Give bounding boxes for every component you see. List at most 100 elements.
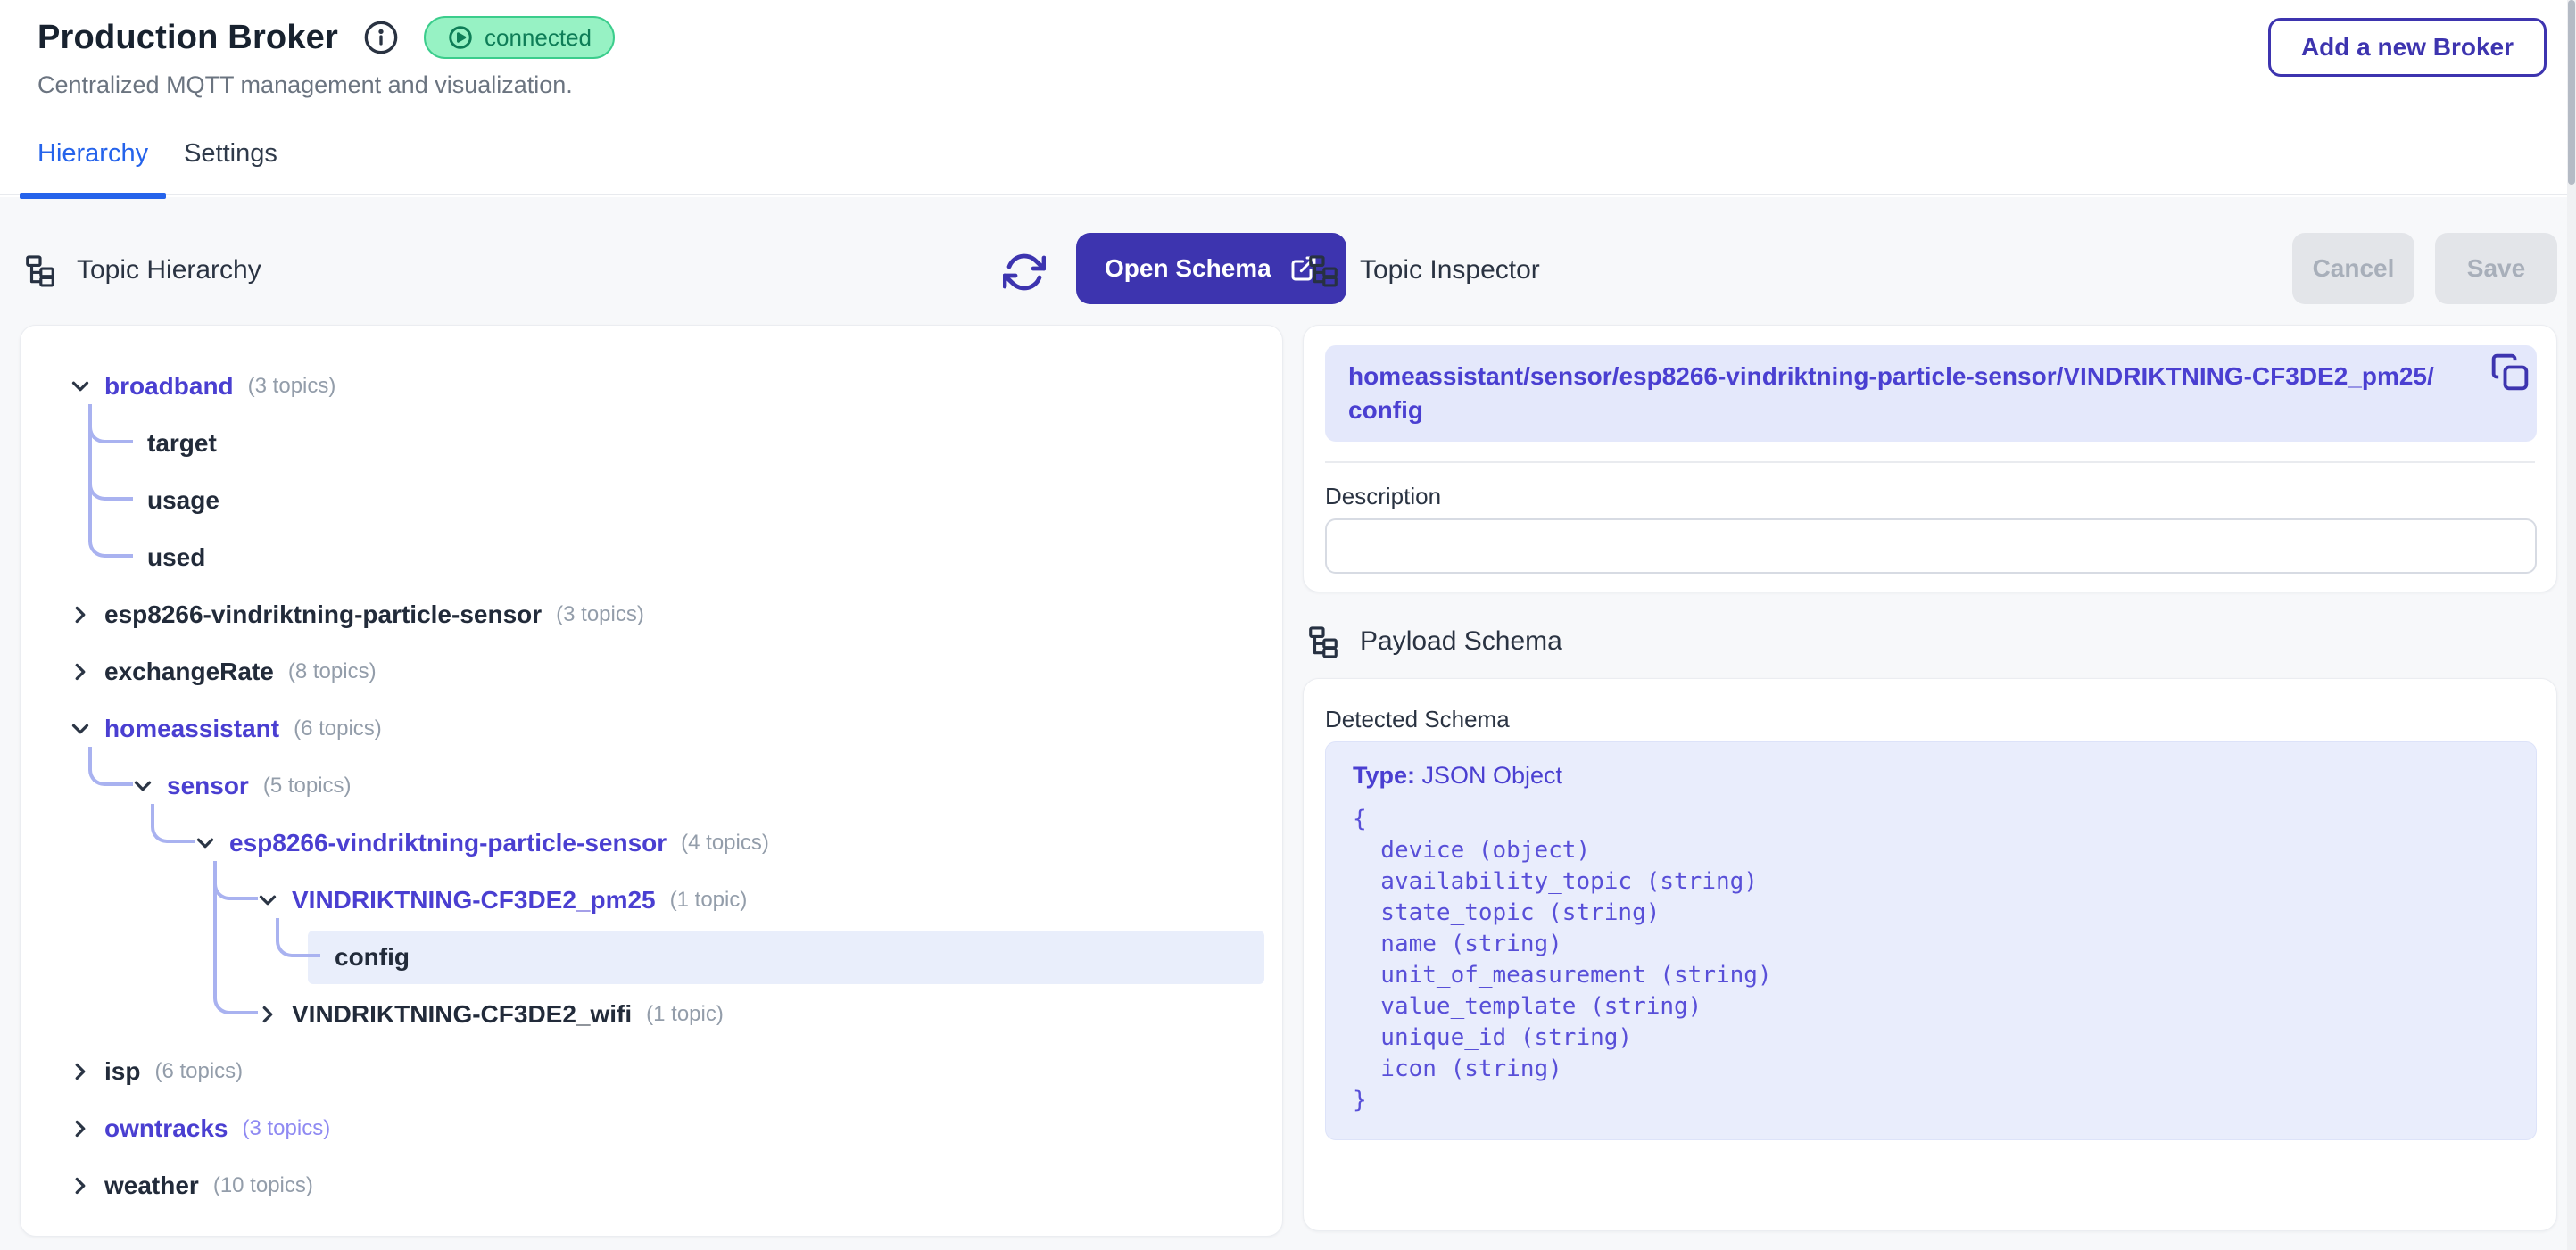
tree-connector-line: [213, 861, 217, 979]
tree-row[interactable]: target: [21, 415, 1282, 472]
topic-count: (4 topics): [681, 831, 769, 856]
selected-row-highlight: [308, 931, 1264, 984]
tree-row-label: broadband: [104, 372, 234, 401]
tab-settings[interactable]: Settings: [166, 134, 295, 197]
tree-row-label: config: [335, 943, 410, 972]
tree-structure-icon: [1306, 625, 1340, 658]
topic-inspector-card: homeassistant/sensor/esp8266-vindriktnin…: [1303, 325, 2557, 592]
topic-count: (10 topics): [213, 1173, 313, 1198]
tree-row-label: VINDRIKTNING-CF3DE2_wifi: [292, 1000, 632, 1029]
save-button[interactable]: Save: [2435, 233, 2557, 304]
tree-row[interactable]: usage: [21, 472, 1282, 529]
payload-schema-header: Payload Schema: [1306, 622, 1562, 661]
tree-row-label: VINDRIKTNING-CF3DE2_pm25: [292, 886, 656, 915]
schema-type-label: Type:: [1353, 762, 1422, 789]
chevron-right-icon[interactable]: [67, 1058, 94, 1085]
chevron-down-icon[interactable]: [129, 773, 156, 799]
scrollbar-track[interactable]: [2567, 0, 2576, 1250]
tree-row[interactable]: VINDRIKTNING-CF3DE2_pm25 (1 topic): [21, 872, 1282, 929]
tree-connector-elbow: [213, 975, 258, 1014]
topic-count: (3 topics): [248, 374, 336, 399]
refresh-icon[interactable]: [1003, 251, 1046, 294]
content-area: Topic Hierarchy Open Schema Topic Inspec…: [0, 197, 2576, 1250]
scrollbar-thumb[interactable]: [2568, 0, 2575, 185]
chevron-down-icon[interactable]: [192, 830, 219, 857]
tree-row[interactable]: exchangeRate (8 topics): [21, 643, 1282, 700]
topic-inspector-header: Topic Inspector: [1306, 251, 1540, 290]
tree-row-label: target: [147, 429, 217, 458]
status-badge-label: connected: [485, 24, 592, 52]
tree-row[interactable]: esp8266-vindriktning-particle-sensor (4 t…: [21, 815, 1282, 872]
topic-count: (8 topics): [288, 659, 377, 684]
tree-row[interactable]: isp(6 topics): [21, 1043, 1282, 1100]
tab-hierarchy[interactable]: Hierarchy: [20, 134, 166, 197]
tree-structure-icon: [1306, 253, 1340, 287]
info-icon[interactable]: [363, 20, 399, 55]
chevron-right-icon[interactable]: [67, 601, 94, 628]
chevron-down-icon[interactable]: [254, 887, 281, 914]
topic-inspector-title: Topic Inspector: [1360, 255, 1540, 286]
topic-count: (6 topics): [294, 716, 382, 741]
chevron-down-icon[interactable]: [67, 716, 94, 742]
topic-count: (1 topic): [646, 1002, 724, 1027]
status-badge: connected: [424, 16, 615, 59]
tree-row-label: used: [147, 543, 205, 572]
tree-row-label: homeassistant: [104, 715, 279, 743]
tree-row[interactable]: broadband (3 topics): [21, 358, 1282, 415]
topic-count: (3 topics): [556, 602, 644, 627]
tree-connector-elbow: [213, 861, 258, 900]
chevron-right-icon[interactable]: [67, 1115, 94, 1142]
tree-row-label: esp8266-vindriktning-particle-sensor: [104, 600, 542, 629]
tab-bar: Hierarchy Settings: [20, 134, 295, 197]
tree-row[interactable]: sensor (5 topics): [21, 757, 1282, 815]
detected-schema-block: Type: JSON Object { device (object) avai…: [1325, 741, 2537, 1140]
topic-tree: broadband (3 topics) target usage used esp826…: [21, 358, 1282, 1214]
chevron-right-icon[interactable]: [254, 1001, 281, 1028]
open-schema-label: Open Schema: [1105, 254, 1271, 283]
tree-row[interactable]: weather (10 topics): [21, 1157, 1282, 1214]
topic-count: (5 topics): [263, 774, 352, 799]
copy-icon[interactable]: [2490, 352, 2530, 392]
chevron-right-icon[interactable]: [67, 658, 94, 685]
tree-row-label: sensor: [167, 772, 249, 800]
tree-row-label: weather: [104, 1171, 199, 1200]
chevron-right-icon[interactable]: [67, 1172, 94, 1199]
tree-row[interactable]: config: [21, 929, 1282, 986]
tree-connector-line: [88, 404, 92, 522]
page-header: Production Broker connected Centralized …: [0, 0, 2576, 195]
description-input[interactable]: [1325, 518, 2537, 574]
tree-row-label: isp: [104, 1057, 140, 1086]
schema-lines: { device (object) availability_topic (st…: [1353, 804, 2509, 1116]
tree-structure-icon: [23, 253, 57, 287]
detected-schema-label: Detected Schema: [1325, 706, 1510, 733]
topic-count: (1 topic): [670, 888, 748, 913]
tree-row[interactable]: VINDRIKTNING-CF3DE2_wifi (1 topic): [21, 986, 1282, 1043]
payload-schema-title: Payload Schema: [1360, 626, 1562, 657]
tree-row[interactable]: used: [21, 529, 1282, 586]
tree-connector-elbow: [151, 804, 195, 843]
add-broker-button[interactable]: Add a new Broker: [2268, 18, 2547, 77]
schema-type-value: JSON Object: [1422, 762, 1563, 789]
play-circle-icon: [447, 24, 474, 51]
tree-row-label: owntracks: [104, 1114, 228, 1143]
divider: [1325, 461, 2535, 463]
tree-connector-elbow: [276, 918, 320, 957]
topic-hierarchy-panel: broadband (3 topics) target usage used esp826…: [20, 325, 1283, 1237]
page-title: Production Broker: [37, 19, 338, 57]
payload-schema-card: Detected Schema Type: JSON Object { devi…: [1303, 678, 2557, 1231]
tree-row[interactable]: esp8266-vindriktning-particle-sensor (3 t…: [21, 586, 1282, 643]
tree-row-label: esp8266-vindriktning-particle-sensor: [229, 829, 667, 857]
topic-hierarchy-title: Topic Hierarchy: [77, 255, 261, 286]
tree-row[interactable]: homeassistant (6 topics): [21, 700, 1282, 757]
tree-row-label: exchangeRate: [104, 658, 274, 686]
tree-row[interactable]: owntracks (3 topics): [21, 1100, 1282, 1157]
chevron-down-icon[interactable]: [67, 373, 94, 400]
schema-type-line: Type: JSON Object: [1353, 762, 2509, 790]
page-subtitle: Centralized MQTT management and visualiz…: [37, 71, 573, 99]
topic-count: (3 topics): [243, 1116, 331, 1141]
tree-connector-elbow: [88, 404, 133, 443]
description-label: Description: [1325, 483, 1441, 510]
cancel-button[interactable]: Cancel: [2292, 233, 2414, 304]
tree-connector-elbow: [88, 518, 133, 558]
topic-hierarchy-header: Topic Hierarchy: [23, 251, 261, 290]
